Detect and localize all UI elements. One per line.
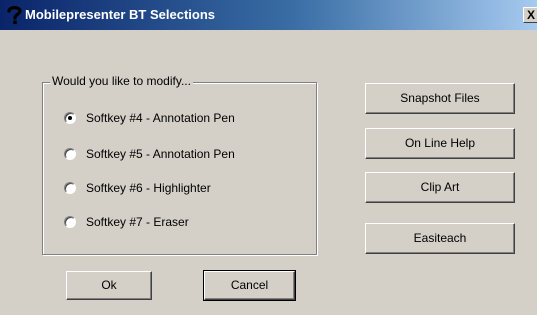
cancel-button[interactable]: Cancel <box>203 270 296 301</box>
close-button[interactable]: X <box>523 7 537 23</box>
easiteach-button[interactable]: Easiteach <box>365 223 515 254</box>
radio-label[interactable]: Softkey #7 - Eraser <box>86 214 189 230</box>
radio-button[interactable] <box>64 182 76 194</box>
radio-selected-dot <box>68 116 72 120</box>
radio-button[interactable] <box>64 112 76 124</box>
radio-button[interactable] <box>64 216 76 228</box>
radio-label[interactable]: Softkey #6 - Highlighter <box>86 180 211 196</box>
groupbox-legend: Would you like to modify... <box>50 74 193 88</box>
radio-label[interactable]: Softkey #5 - Annotation Pen <box>86 146 235 162</box>
online-help-button[interactable]: On Line Help <box>365 128 515 159</box>
radio-button[interactable] <box>64 148 76 160</box>
title-bar[interactable]: Mobilepresenter BT Selections X <box>0 0 537 30</box>
radio-label[interactable]: Softkey #4 - Annotation Pen <box>86 110 235 126</box>
clip-art-button[interactable]: Clip Art <box>365 172 515 203</box>
dialog-window: Mobilepresenter BT Selections X Would yo… <box>0 0 537 315</box>
snapshot-files-button[interactable]: Snapshot Files <box>365 83 515 114</box>
question-mark-icon <box>7 6 22 25</box>
ok-button[interactable]: Ok <box>66 271 152 300</box>
window-title: Mobilepresenter BT Selections <box>25 7 215 22</box>
